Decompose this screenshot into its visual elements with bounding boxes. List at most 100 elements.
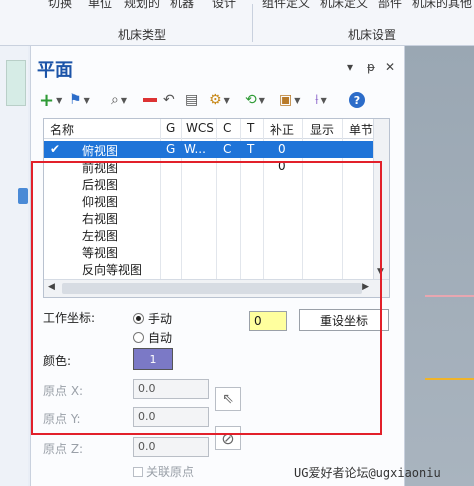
panel-title: 平面: [37, 60, 73, 81]
cell-name: 等视图: [82, 246, 119, 260]
flag-icon[interactable]: ⚑ ▼: [69, 90, 90, 110]
axis-icon[interactable]: ⟊ ▼: [315, 90, 327, 110]
tab-marker[interactable]: [18, 188, 28, 204]
cell-wcs: W...: [184, 142, 206, 156]
ribbon-group-machine-type: 机床类型: [118, 28, 167, 42]
ribbon-label[interactable]: 单位: [88, 0, 112, 11]
cell-name: 后视图: [82, 178, 119, 192]
scroll-thumb[interactable]: [62, 283, 362, 294]
planes-grid: 名称 G WCS C T 补正 显示 单节 ✔ 俯视图 G W... C T 0 前视图 0 后视…: [43, 118, 390, 298]
ribbon-label[interactable]: 机器: [170, 0, 194, 11]
link-origin-label: 关联原点: [146, 465, 195, 479]
radio-auto-label: 自动: [148, 331, 173, 345]
work-coord-label: 工作坐标:: [43, 311, 96, 325]
column-header-name[interactable]: 名称: [50, 121, 74, 138]
color-swatch-button[interactable]: 1: [133, 348, 173, 370]
table-row[interactable]: 仰视图: [44, 192, 374, 209]
ribbon-label[interactable]: 组件定义: [262, 0, 310, 11]
cell-offset: 0: [278, 142, 286, 156]
ribbon: 切换 单位 规划的 机器 设计 组件定义 机床定义 部件 机床的其他 机床类型 …: [0, 0, 474, 46]
origin-y-field[interactable]: 0.0: [133, 407, 209, 427]
reset-coord-button[interactable]: 重设坐标: [299, 309, 389, 331]
left-strip: [0, 46, 28, 486]
scroll-right-icon[interactable]: ▶: [362, 282, 369, 292]
help-icon[interactable]: ?: [349, 90, 365, 110]
table-row[interactable]: 左视图: [44, 226, 374, 243]
graphics-viewport[interactable]: [405, 46, 474, 486]
cell-g: G: [166, 142, 176, 156]
origin-z-field[interactable]: 0.0: [133, 437, 209, 457]
watermark: UG爱好者论坛@ugxiaoniu: [294, 466, 441, 480]
scroll-left-icon[interactable]: ◀: [48, 282, 55, 292]
radio-dot: [133, 313, 144, 324]
edge-line: [425, 295, 474, 297]
cell-check: ✔: [50, 142, 61, 156]
horizontal-scrollbar[interactable]: ◀ ▶: [44, 279, 389, 297]
thumbnail[interactable]: [6, 60, 26, 106]
column-header-t[interactable]: T: [247, 121, 254, 135]
origin-x-label: 原点 X:: [43, 384, 84, 398]
table-row[interactable]: 右视图: [44, 209, 374, 226]
column-header-display[interactable]: 显示: [310, 121, 334, 138]
sheet-icon[interactable]: ▤: [185, 90, 198, 110]
ribbon-label[interactable]: 机床的其他: [412, 0, 472, 11]
table-row[interactable]: 前视图 0: [44, 158, 374, 175]
cell-name: 俯视图: [82, 144, 119, 158]
origin-y-label: 原点 Y:: [43, 412, 81, 426]
radio-dot: [133, 332, 144, 343]
column-header-wcs[interactable]: WCS: [186, 121, 214, 135]
radio-manual[interactable]: 手动: [133, 310, 172, 327]
origin-z-label: 原点 Z:: [43, 442, 84, 456]
link-origin-checkbox[interactable]: 关联原点: [133, 463, 194, 480]
vertical-scrollbar[interactable]: ▼: [373, 119, 389, 279]
cell-name: 右视图: [82, 212, 119, 226]
checkbox-box: [133, 466, 143, 477]
cell-name: 左视图: [82, 229, 119, 243]
ribbon-label[interactable]: 部件: [378, 0, 402, 11]
panel-menu-icon[interactable]: ▾: [347, 60, 353, 74]
cursor-icon: ⇖: [222, 391, 234, 407]
ribbon-label[interactable]: 规划的: [124, 0, 160, 11]
ribbon-group-machine-settings: 机床设置: [348, 28, 397, 42]
plane-manager-panel: 平面 ▾ ᵽ ✕ + ▼ ⚑ ▼ ⌕ ▼ ↶ ▤ ⚙ ▼ ⟲ ▼ ▣ ▼ ⟊ ▼ ? 名称 G…: [30, 46, 405, 486]
column-header-offset[interactable]: 补正: [270, 121, 294, 138]
ribbon-label[interactable]: 机床定义: [320, 0, 368, 11]
ribbon-separator: [252, 4, 253, 42]
clear-button[interactable]: ⊘: [215, 426, 241, 450]
panel-pin-icon[interactable]: ᵽ: [367, 60, 375, 74]
column-header-g[interactable]: G: [166, 121, 175, 135]
cell-name: 前视图: [82, 161, 119, 175]
column-header-block[interactable]: 单节: [349, 121, 373, 138]
ribbon-label[interactable]: 切换: [48, 0, 72, 11]
gear-icon[interactable]: ⚙ ▼: [209, 90, 230, 110]
origin-x-field[interactable]: 0.0: [133, 379, 209, 399]
scroll-down-icon[interactable]: ▼: [377, 267, 384, 277]
undo-icon[interactable]: ↶: [163, 90, 175, 110]
column-header-c[interactable]: C: [223, 121, 231, 135]
pick-point-button[interactable]: ⇖: [215, 387, 241, 411]
line-icon[interactable]: [143, 90, 157, 110]
edge-line: [425, 378, 474, 380]
table-row[interactable]: 后视图: [44, 175, 374, 192]
radio-auto[interactable]: 自动: [133, 329, 172, 346]
color-label: 颜色:: [43, 354, 72, 368]
refresh-icon[interactable]: ⟲ ▼: [245, 90, 265, 110]
grid-header: 名称 G WCS C T 补正 显示 单节: [44, 119, 374, 139]
toolbar: + ▼ ⚑ ▼ ⌕ ▼ ↶ ▤ ⚙ ▼ ⟲ ▼ ▣ ▼ ⟊ ▼ ?: [39, 90, 399, 112]
radio-manual-label: 手动: [148, 312, 173, 326]
cell-c: C: [223, 142, 232, 156]
cell-name: 反向等视图: [82, 263, 143, 277]
add-icon[interactable]: + ▼: [39, 90, 62, 111]
zoom-icon[interactable]: ⌕ ▼: [111, 90, 127, 110]
work-coord-input[interactable]: 0: [249, 311, 287, 331]
cell-t: T: [247, 142, 255, 156]
no-icon: ⊘: [221, 428, 235, 448]
table-row[interactable]: 反向等视图: [44, 260, 374, 277]
panel-close-icon[interactable]: ✕: [385, 60, 395, 74]
box-icon[interactable]: ▣ ▼: [279, 90, 300, 110]
table-row[interactable]: ✔ 俯视图 G W... C T 0: [44, 141, 374, 158]
cell-name: 仰视图: [82, 195, 119, 209]
table-row[interactable]: 等视图: [44, 243, 374, 260]
ribbon-label[interactable]: 设计: [212, 0, 236, 11]
cell-offset: 0: [278, 159, 286, 173]
